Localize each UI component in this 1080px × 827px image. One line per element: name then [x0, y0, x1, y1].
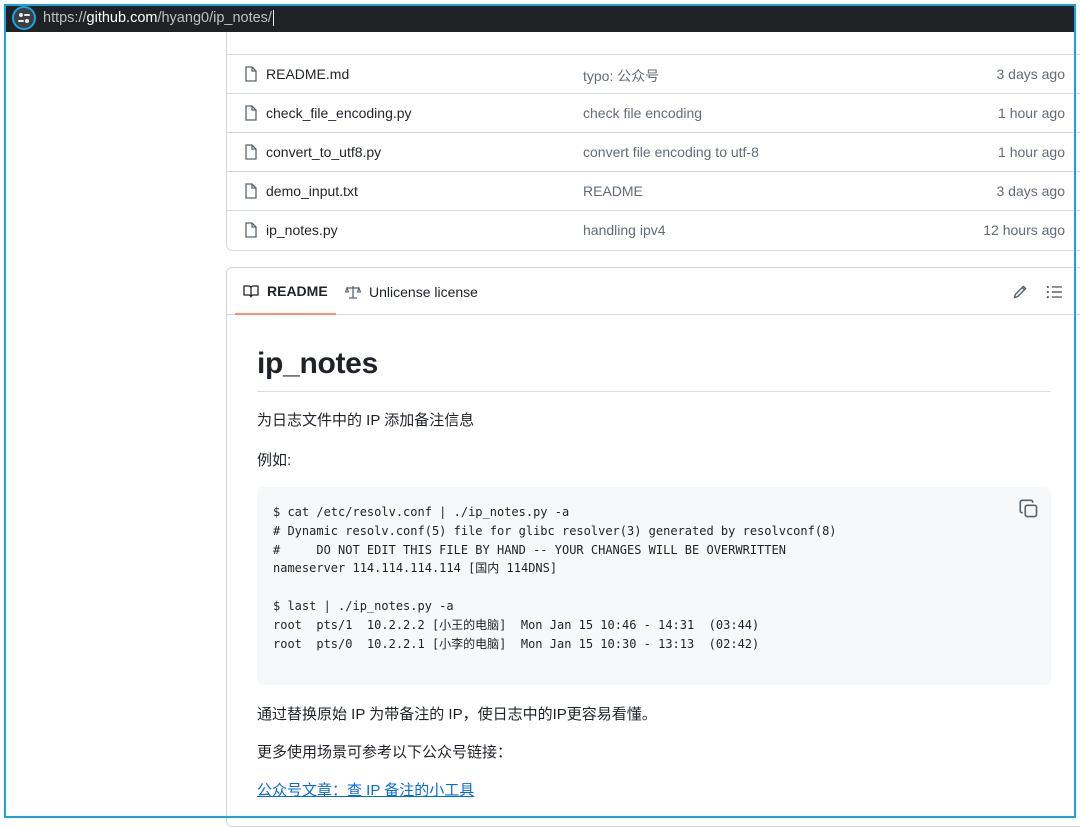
- tab-license[interactable]: Unlicense license: [337, 268, 486, 315]
- file-icon: [245, 66, 257, 82]
- file-row[interactable]: convert_to_utf8.py convert file encoding…: [227, 132, 1080, 171]
- tab-readme[interactable]: README: [235, 268, 336, 315]
- commit-message[interactable]: README: [583, 183, 643, 199]
- book-icon: [243, 284, 259, 298]
- file-row[interactable]: README.md typo: 公众号 3 days ago: [227, 54, 1080, 93]
- readme-panel: README Unlicense license ip_notes 为日志文件中…: [226, 267, 1080, 827]
- commit-time: 3 days ago: [996, 66, 1066, 82]
- site-info-icon[interactable]: [12, 6, 36, 30]
- commit-message[interactable]: handling ipv4: [583, 222, 666, 238]
- commit-time: 1 hour ago: [998, 105, 1065, 121]
- wechat-article-link[interactable]: 公众号文章：查 IP 备注的小工具: [257, 782, 474, 799]
- commit-message[interactable]: check file encoding: [583, 105, 702, 121]
- text-caret: [272, 10, 274, 27]
- file-row[interactable]: check_file_encoding.py check file encodi…: [227, 93, 1080, 132]
- commit-message[interactable]: typo: 公众号: [583, 66, 659, 86]
- commit-message[interactable]: convert file encoding to utf-8: [583, 144, 759, 160]
- url-scheme: https://: [43, 9, 87, 26]
- commit-time: 12 hours ago: [983, 222, 1065, 238]
- commit-time: 3 days ago: [996, 183, 1066, 199]
- url-text[interactable]: https://github.com/hyang0/ip_notes/: [43, 9, 274, 27]
- commit-time: 1 hour ago: [998, 144, 1065, 160]
- file-icon: [245, 222, 257, 238]
- file-icon: [245, 144, 257, 160]
- address-bar[interactable]: https://github.com/hyang0/ip_notes/: [4, 4, 1076, 32]
- readme-explanation: 通过替换原始 IP 为带备注的 IP，使日志中的IP更容易看懂。: [257, 706, 657, 723]
- copy-icon[interactable]: [1019, 499, 1039, 519]
- law-scale-icon: [345, 285, 361, 299]
- file-row[interactable]: ip_notes.py handling ipv4 12 hours ago: [227, 210, 1080, 249]
- file-row[interactable]: demo_input.txt README 3 days ago: [227, 171, 1080, 210]
- tab-readme-label: README: [267, 282, 328, 299]
- code-text: $ cat /etc/resolv.conf | ./ip_notes.py -…: [273, 505, 837, 651]
- tab-license-label: Unlicense license: [369, 283, 478, 300]
- code-block: $ cat /etc/resolv.conf | ./ip_notes.py -…: [257, 487, 1051, 685]
- file-list: README.md typo: 公众号 3 days ago check_fil…: [226, 32, 1080, 251]
- readme-header: README Unlicense license: [227, 268, 1080, 315]
- readme-example-label: 例如:: [257, 452, 292, 469]
- readme-more-info: 更多使用场景可参考以下公众号链接：: [257, 744, 513, 761]
- file-name[interactable]: README.md: [266, 66, 349, 82]
- file-icon: [245, 183, 257, 199]
- readme-title: ip_notes: [257, 347, 1051, 392]
- file-name[interactable]: convert_to_utf8.py: [266, 144, 381, 160]
- pencil-icon[interactable]: [1011, 283, 1029, 301]
- url-path: /hyang0/ip_notes/: [157, 9, 272, 26]
- file-name[interactable]: check_file_encoding.py: [266, 105, 412, 121]
- file-name[interactable]: demo_input.txt: [266, 183, 358, 199]
- url-host: github.com: [86, 9, 158, 26]
- file-name[interactable]: ip_notes.py: [266, 222, 338, 238]
- readme-description: 为日志文件中的 IP 添加备注信息: [257, 412, 475, 429]
- file-icon: [245, 105, 257, 121]
- outline-list-icon[interactable]: [1045, 283, 1063, 301]
